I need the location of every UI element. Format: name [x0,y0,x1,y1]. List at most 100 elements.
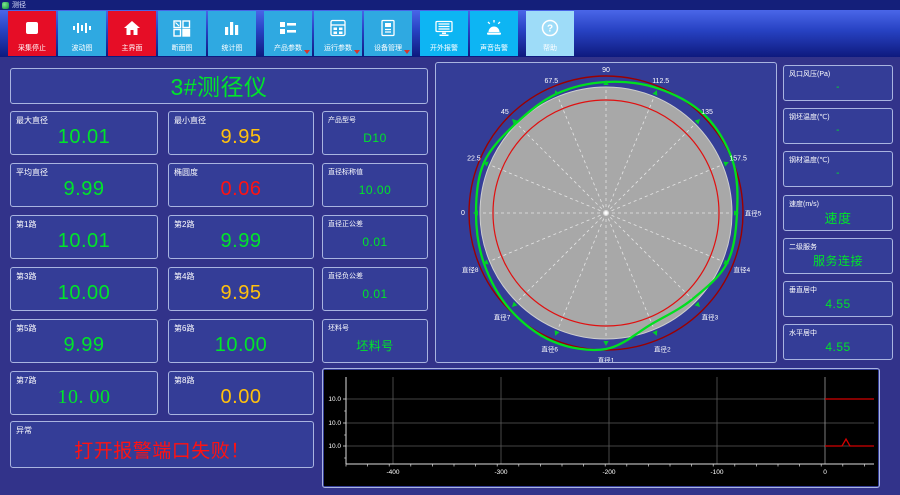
svg-text:直径7: 直径7 [494,312,511,321]
trend-chart-panel: 10.0 10.0 10.0 -400 -300 -200 -100 0 [322,368,880,488]
path8-value: 0.00 [220,386,262,408]
speed-panel: 速度(m/s) 速度 [783,195,893,231]
gauge-title-panel: 3#测径仪 [10,68,428,104]
nominal-diameter-value: 10.00 [358,182,392,197]
svg-text:直径8: 直径8 [462,265,479,274]
product-model-panel: 产品型号 D10 [322,111,428,155]
path4-panel: 第4路 9.95 [168,267,314,311]
svg-text:22.5: 22.5 [467,155,481,162]
main-screen-button[interactable]: 主界面 [108,11,156,56]
svg-text:67.5: 67.5 [544,78,558,85]
service-panel: 二级服务 服务连接 [783,238,893,274]
external-alarm-button[interactable]: 开外报警 [420,11,468,56]
window-title: 测径 [12,1,26,9]
exception-message: 打开报警端口失败！ [74,440,250,462]
product-params-button[interactable]: 产品参数 [264,11,312,56]
sound-alarm-button[interactable]: 声音告警 [470,11,518,56]
help-button[interactable]: ? 帮助 [526,11,574,56]
trend-chart: 10.0 10.0 10.0 -400 -300 -200 -100 0 [324,370,878,486]
billet-temp-value: - [836,125,840,136]
toolbar: 采集停止 波动图 主界面 断面图 统计图 产品参数 运行参数 设备管理 开外报警… [0,10,900,57]
service-status: 服务连接 [812,254,863,268]
app-window: { "window": { "title": "测径" }, "toolbar"… [0,0,900,495]
device-manage-icon [364,17,412,39]
tuyere-pressure-panel: 风口风压(Pa) - [783,65,893,101]
vertical-center-panel: 垂直居中 4.55 [783,281,893,317]
svg-text:10.0: 10.0 [328,420,341,427]
section-view-button[interactable]: 断面图 [158,11,206,56]
max-diameter-panel: 最大直径 10.01 [10,111,158,155]
max-diameter-value: 10.01 [57,126,111,148]
svg-text:0: 0 [823,469,827,476]
path7-panel: 第7路 10. 00 [10,371,158,415]
waveform-icon [58,17,106,39]
path4-value: 9.95 [220,282,262,304]
nominal-diameter-panel: 直径标称值 10.00 [322,163,428,207]
section-view-icon [158,17,206,39]
minus-tolerance-value: 0.01 [362,286,388,301]
svg-text:直径5: 直径5 [745,209,762,218]
path5-panel: 第5路 9.99 [10,319,158,363]
home-icon [108,17,156,39]
avg-diameter-panel: 平均直径 9.99 [10,163,158,207]
horizontal-center-panel: 水平居中 4.55 [783,324,893,360]
minus-tolerance-panel: 直径负公差 0.01 [322,267,428,311]
path3-value: 10.00 [57,282,111,304]
app-icon [2,1,9,9]
dropdown-arrow-icon [304,50,310,54]
steel-temp-value: - [836,168,840,179]
path6-value: 10.00 [214,334,268,356]
horizontal-center-value: 4.55 [825,339,851,354]
svg-text:直径2: 直径2 [654,344,671,353]
product-params-icon [264,17,312,39]
svg-text:直径4: 直径4 [733,265,750,274]
min-diameter-value: 9.95 [220,126,262,148]
svg-text:10.0: 10.0 [328,396,341,403]
svg-text:-200: -200 [602,469,615,476]
run-params-button[interactable]: 运行参数 [314,11,362,56]
window-titlebar: 测径 [0,0,900,10]
path8-panel: 第8路 0.00 [168,371,314,415]
path1-panel: 第1路 10.01 [10,215,158,259]
path7-value: 10. 00 [57,386,111,408]
help-icon: ? [526,17,574,39]
svg-text:直径3: 直径3 [702,312,719,321]
stop-icon [8,17,56,39]
path3-panel: 第3路 10.00 [10,267,158,311]
plus-tolerance-value: 0.01 [362,234,388,249]
plus-tolerance-panel: 直径正公差 0.01 [322,215,428,259]
billet-number-panel: 坯料号 坯料号 [322,319,428,363]
statistics-button[interactable]: 统计图 [208,11,256,56]
steel-temp-panel: 钢材温度(℃) - [783,151,893,187]
ovality-panel: 椭圆度 0.06 [168,163,314,207]
svg-text:-100: -100 [710,469,723,476]
wave-chart-button[interactable]: 波动图 [58,11,106,56]
statistics-icon [208,17,256,39]
path6-panel: 第6路 10.00 [168,319,314,363]
avg-diameter-value: 9.99 [63,178,105,200]
svg-text:157.5: 157.5 [729,155,747,162]
speed-value: 速度 [824,211,852,226]
acquire-stop-button[interactable]: 采集停止 [8,11,56,56]
ovality-value: 0.06 [220,178,262,200]
tuyere-pressure-value: - [836,82,840,93]
path2-value: 9.99 [220,230,262,252]
billet-temp-panel: 钢坯温度(℃) - [783,108,893,144]
vertical-center-value: 4.55 [825,296,851,311]
svg-text:135: 135 [701,109,713,116]
svg-text:直径1: 直径1 [598,356,615,363]
path2-panel: 第2路 9.99 [168,215,314,259]
svg-text:直径6: 直径6 [541,344,558,353]
product-model-value: D10 [363,130,387,145]
run-params-icon [314,17,362,39]
cross-section-panel: 0 22.5 45 67.5 90 112.5 135 157.5 直径5 直径4 直径3 直径2 直径… [435,62,777,363]
svg-text:0: 0 [461,210,465,217]
min-diameter-panel: 最小直径 9.95 [168,111,314,155]
polar-chart: 0 22.5 45 67.5 90 112.5 135 157.5 直径5 直径4 直径3 直径2 直径… [461,67,762,363]
sound-alarm-icon [470,17,518,39]
svg-text:?: ? [547,24,553,35]
svg-text:90: 90 [602,67,610,74]
billet-number-value: 坯料号 [356,339,394,353]
device-manage-button[interactable]: 设备管理 [364,11,412,56]
path1-value: 10.01 [57,230,111,252]
